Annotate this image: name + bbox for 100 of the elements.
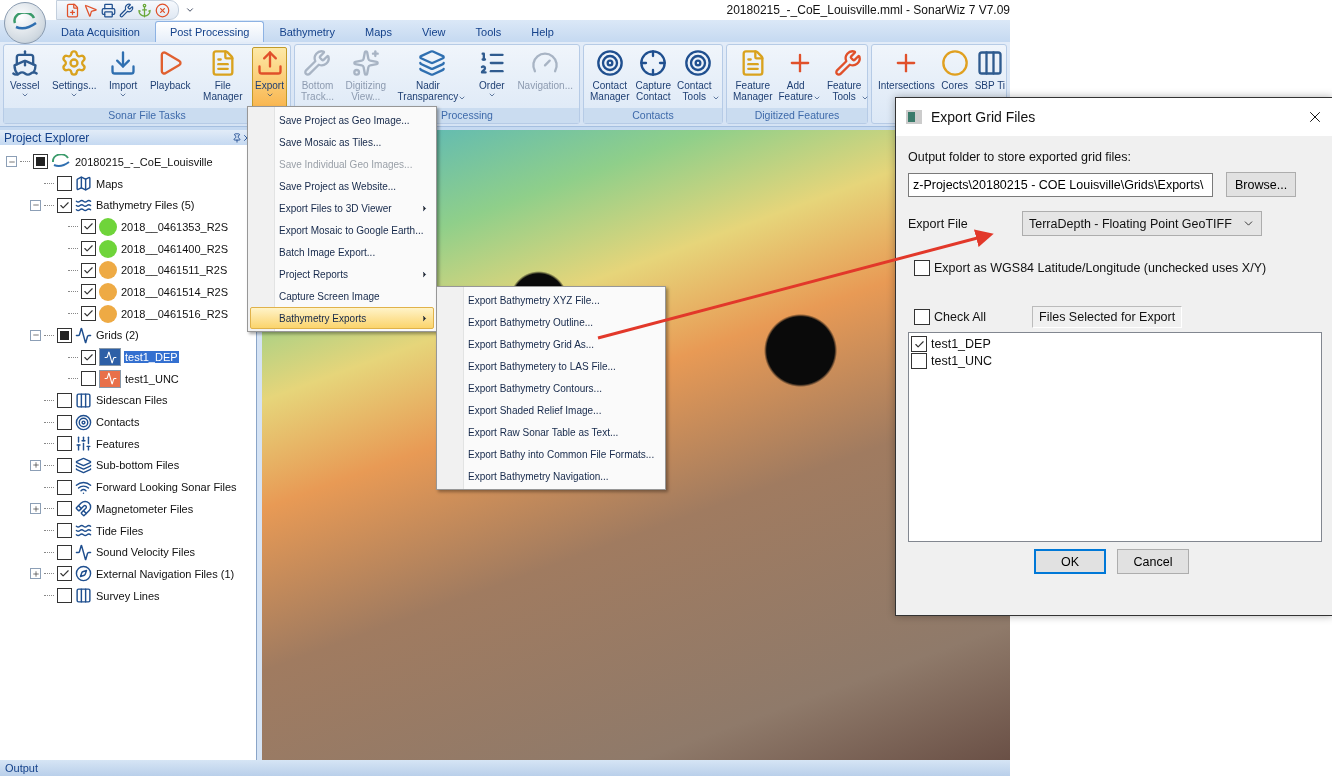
menu-item[interactable]: Project Reports [250,263,434,285]
checkbox[interactable] [81,241,96,257]
ribbon-tab[interactable]: View [406,21,461,42]
checkbox[interactable] [81,262,96,278]
tree-item[interactable]: test1_DEP [124,351,179,364]
menu-item[interactable]: Export Mosaic to Google Earth... [250,219,434,241]
tree-item[interactable]: Sound Velocity Files [95,546,197,559]
tree-item[interactable]: Sub-bottom Files [95,459,181,472]
ribbon-button[interactable]: Vessel [7,47,43,108]
close-circle-icon[interactable] [155,2,170,18]
checkbox[interactable] [57,176,72,192]
app-menu-button[interactable] [4,2,46,44]
ribbon-tab[interactable]: Bathymetry [264,21,350,42]
ribbon-button[interactable]: File Manager [200,47,246,108]
ribbon-button[interactable]: Import [106,47,141,108]
menu-item[interactable]: Export Bathy into Common File Formats... [439,443,663,465]
pin-icon[interactable] [232,132,242,143]
tree-item[interactable]: 2018__0461511_R2S [120,264,229,277]
folder-path-field[interactable]: z-Projects\20180215 - COE Louisville\Grids\Exports\ [908,172,1213,197]
checkbox[interactable] [57,436,72,452]
ribbon-button[interactable]: Feature Tools [823,47,873,108]
customize-icon[interactable] [185,5,195,15]
checkbox[interactable] [57,392,72,408]
checkbox[interactable] [911,336,927,352]
tree-item[interactable]: 2018__0461353_R2S [120,220,230,233]
checkbox[interactable] [81,284,96,300]
ribbon-button[interactable]: Capture Contact [632,47,675,108]
new-file-icon[interactable] [65,2,80,18]
pointer-icon[interactable] [83,2,98,18]
collapse-icon[interactable] [30,199,41,211]
menu-item[interactable]: Export Bathymetry Outline... [439,311,663,333]
tree-item[interactable]: 2018__0461400_R2S [120,242,230,255]
tree-item[interactable]: Maps [95,177,124,190]
menu-item[interactable]: Export Bathymetry Contours... [439,377,663,399]
ribbon-button[interactable]: Add Feature [775,47,824,108]
checkbox[interactable] [57,414,72,430]
ribbon-tab[interactable]: Data Acquisition [46,21,155,42]
ribbon-button[interactable]: Contact Manager [587,47,633,108]
menu-item[interactable]: Export Bathymetry Navigation... [439,465,663,487]
ribbon-button[interactable]: Order [474,47,509,108]
checkbox[interactable] [57,566,72,582]
ribbon-button[interactable]: Nadir Transparency [394,47,470,108]
checkbox[interactable] [57,479,72,495]
ribbon-tab[interactable]: Help [516,21,569,42]
menu-item[interactable]: Save Mosaic as Tiles... [250,131,434,153]
collapse-icon[interactable] [6,156,17,168]
tree-item[interactable]: Survey Lines [95,589,161,602]
cancel-button[interactable]: Cancel [1117,549,1189,574]
browse-button[interactable]: Browse... [1226,172,1297,197]
printer-icon[interactable] [101,2,116,18]
ribbon-button[interactable]: Feature Manager [730,47,776,108]
menu-item[interactable]: Export Bathymetry XYZ File... [439,289,663,311]
tree-item[interactable]: Tide Files [95,524,145,537]
tree-item[interactable]: Forward Looking Sonar Files [95,481,238,494]
tree-item[interactable]: Contacts [95,416,141,429]
checkbox[interactable] [57,501,72,517]
tree-item[interactable]: 20180215_-_CoE_Louisville [74,155,214,168]
tree-item[interactable]: Bathymetry Files (5) [95,199,196,212]
checkbox[interactable] [911,353,927,369]
wrench-icon[interactable] [119,2,134,18]
tree-item[interactable]: External Navigation Files (1) [95,567,236,580]
ribbon-button[interactable]: Settings... [49,47,100,108]
tree-item[interactable]: Magnetometer Files [95,502,195,515]
export-format-select[interactable]: TerraDepth - Floating Point GeoTIFF [1022,211,1262,236]
list-item[interactable]: test1_DEP [931,337,991,351]
expand-icon[interactable] [30,568,41,580]
ribbon-button[interactable]: Playback [146,47,194,108]
checkbox[interactable] [914,260,930,276]
menu-item[interactable]: Export Files to 3D Viewer [250,197,434,219]
checkbox[interactable] [81,349,96,365]
ribbon-tab[interactable]: Post Processing [154,21,265,42]
menu-item[interactable]: Save Project as Website... [250,175,434,197]
checkbox[interactable] [81,306,96,322]
checkbox[interactable] [57,457,72,473]
menu-item[interactable]: Capture Screen Image [250,285,434,307]
ribbon-tab[interactable]: Maps [350,21,407,42]
list-item[interactable]: test1_UNC [931,354,993,368]
expand-icon[interactable] [30,459,41,471]
checkbox[interactable] [57,588,72,604]
checkbox[interactable] [81,219,96,235]
menu-item[interactable]: Export Raw Sonar Table as Text... [439,421,663,443]
collapse-icon[interactable] [30,329,41,341]
ok-button[interactable]: OK [1034,549,1106,574]
ribbon-tab[interactable]: Tools [460,21,517,42]
menu-item[interactable]: Batch Image Export... [250,241,434,263]
checkbox[interactable] [57,327,72,343]
menu-item[interactable]: Export Bathymetry Grid As... [439,333,663,355]
tree-item[interactable]: Grids (2) [95,329,140,342]
checkbox[interactable] [57,197,72,213]
ribbon-button[interactable]: Export [252,47,287,108]
checkbox[interactable] [57,544,72,560]
menu-item[interactable]: Bathymetry Exports [250,307,434,329]
menu-item[interactable]: Export Bathymetery to LAS File... [439,355,663,377]
checkbox[interactable] [81,371,96,387]
checkbox[interactable] [33,154,48,170]
checkbox[interactable] [914,309,930,325]
expand-icon[interactable] [30,503,41,515]
tree-item[interactable]: Features [95,437,141,450]
tree-item[interactable]: test1_UNC [124,372,180,385]
tree-item[interactable]: 2018__0461516_R2S [120,307,230,320]
